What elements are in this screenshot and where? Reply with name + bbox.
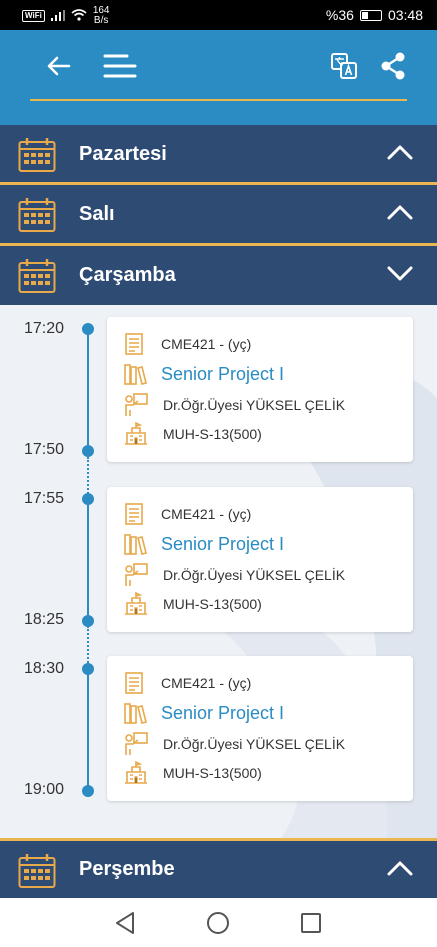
course-code: CME421 - (yç): [161, 506, 252, 522]
books-icon: [124, 534, 147, 555]
timeline-gap: [87, 626, 89, 667]
day-name: Perşembe: [79, 858, 175, 880]
day-header-carsamba[interactable]: Çarşamba: [0, 246, 437, 305]
lesson-card[interactable]: CME421 - (yç) Senior Project I Dr.Öğr.Üy…: [107, 487, 413, 632]
timeline-dot: [82, 615, 94, 627]
signal-icon: [50, 9, 65, 24]
share-button[interactable]: [371, 44, 415, 88]
building-icon: [125, 761, 147, 784]
speed-unit: B/s: [93, 15, 109, 26]
timeline-line: [87, 499, 89, 621]
room-name: MUH-S-13(500): [163, 596, 262, 612]
timeline-dot: [82, 663, 94, 675]
teacher-icon: [125, 732, 148, 755]
document-icon: [125, 503, 143, 525]
chevron-up-icon: [387, 861, 413, 876]
teacher-icon: [125, 563, 148, 586]
battery-icon: [359, 9, 382, 21]
course-title: Senior Project I: [161, 702, 285, 723]
timeline-line: [87, 329, 89, 451]
status-bar: WiFi 164 B/s %36 03:48: [0, 0, 437, 30]
timeline-dot: [82, 445, 94, 457]
lesson-card[interactable]: CME421 - (yç) Senior Project I Dr.Öğr.Üy…: [107, 656, 413, 801]
calendar-icon: [18, 198, 56, 232]
calendar-icon: [18, 854, 56, 888]
books-icon: [124, 703, 147, 724]
end-time: 19:00: [24, 781, 65, 798]
system-nav-bar: [0, 898, 437, 947]
start-time: 17:20: [24, 320, 65, 337]
teacher-icon: [125, 393, 148, 416]
translate-icon: [331, 53, 357, 79]
instructor-name: Dr.Öğr.Üyesi YÜKSEL ÇELİK: [163, 736, 346, 752]
lesson-card[interactable]: CME421 - (yç) Senior Project I Dr.Öğr.Üy…: [107, 317, 413, 462]
end-time: 17:50: [24, 441, 65, 458]
app-header: [0, 30, 437, 125]
day-header-sali[interactable]: Salı: [0, 185, 437, 244]
battery-percent: %36: [325, 7, 354, 23]
chevron-up-icon: [387, 205, 413, 220]
chevron-down-icon: [387, 266, 413, 281]
start-time: 17:55: [24, 490, 65, 507]
day-header-persembe[interactable]: Perşembe: [0, 841, 437, 898]
course-title: Senior Project I: [161, 363, 285, 384]
translate-button[interactable]: [322, 44, 366, 88]
back-button[interactable]: [37, 44, 81, 88]
building-icon: [125, 422, 147, 445]
instructor-name: Dr.Öğr.Üyesi YÜKSEL ÇELİK: [163, 567, 346, 583]
nav-home-button[interactable]: [205, 910, 231, 936]
instructor-name: Dr.Öğr.Üyesi YÜKSEL ÇELİK: [163, 397, 346, 413]
wifi-icon: [71, 8, 87, 24]
arrow-left-icon: [47, 56, 71, 76]
course-title: Senior Project I: [161, 533, 285, 554]
network-speed: 164 B/s: [93, 6, 110, 26]
course-code: CME421 - (yç): [161, 336, 252, 352]
schedule-list: 17:20 17:50 CME421 - (yç) Senior Project…: [0, 305, 437, 838]
timeline-gap: [87, 457, 89, 497]
day-name: Çarşamba: [79, 264, 176, 286]
nav-recents-button[interactable]: [298, 910, 324, 936]
start-time: 18:30: [24, 660, 65, 677]
triangle-back-icon: [116, 912, 134, 934]
hamburger-icon: [103, 54, 137, 78]
header-divider: [30, 99, 407, 101]
day-name: Pazartesi: [79, 143, 167, 165]
clock: 03:48: [387, 7, 423, 23]
calendar-icon: [18, 259, 56, 293]
calendar-icon: [18, 138, 56, 172]
chevron-up-icon: [387, 145, 413, 160]
timeline-dot: [82, 785, 94, 797]
timeline-line: [87, 669, 89, 791]
room-name: MUH-S-13(500): [163, 765, 262, 781]
wifi-badge: WiFi: [22, 10, 45, 22]
timeline-dot: [82, 323, 94, 335]
document-icon: [125, 333, 143, 355]
document-icon: [125, 672, 143, 694]
menu-button[interactable]: [98, 44, 142, 88]
square-recents-icon: [301, 913, 321, 933]
building-icon: [125, 592, 147, 615]
end-time: 18:25: [24, 611, 65, 628]
nav-back-button[interactable]: [112, 910, 138, 936]
room-name: MUH-S-13(500): [163, 426, 262, 442]
course-code: CME421 - (yç): [161, 675, 252, 691]
share-icon: [381, 52, 405, 80]
circle-home-icon: [207, 912, 229, 934]
timeline-dot: [82, 493, 94, 505]
day-header-pazartesi[interactable]: Pazartesi: [0, 125, 437, 184]
day-name: Salı: [79, 203, 115, 225]
books-icon: [124, 364, 147, 385]
